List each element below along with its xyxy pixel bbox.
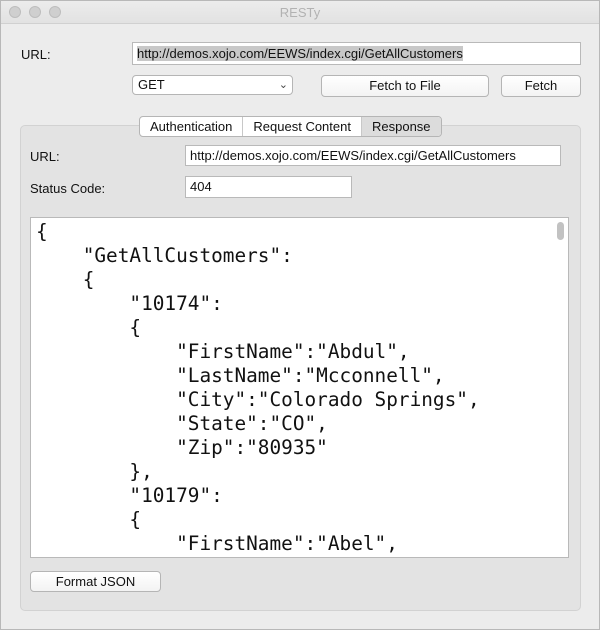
status-code-label: Status Code: [30,181,106,196]
fetch-button[interactable]: Fetch [501,75,581,97]
method-select-value: GET [138,77,165,92]
url-input-value: http://demos.xojo.com/EEWS/index.cgi/Get… [137,46,463,61]
tab-authentication[interactable]: Authentication [140,117,244,136]
url-input[interactable]: http://demos.xojo.com/EEWS/index.cgi/Get… [132,42,581,65]
vertical-scrollbar[interactable] [557,222,564,240]
response-body-textarea[interactable]: { "GetAllCustomers": { "10174": { "First… [30,217,569,558]
window-title: RESTy [279,5,321,20]
title-bar[interactable]: RESTy [1,1,599,24]
method-select[interactable]: GET ⌄ [132,75,293,95]
fetch-to-file-button[interactable]: Fetch to File [321,75,489,97]
status-code-field[interactable]: 404 [185,176,352,198]
tab-request-content[interactable]: Request Content [243,117,362,136]
tab-response[interactable]: Response [361,117,441,136]
response-url-label: URL: [30,149,60,164]
response-body-text: { "GetAllCustomers": { "10174": { "First… [36,220,480,555]
url-label: URL: [21,47,51,62]
tab-bar: Authentication Request Content Response [139,116,442,137]
resty-window: RESTy URL: http://demos.xojo.com/EEWS/in… [0,0,600,630]
response-url-field[interactable]: http://demos.xojo.com/EEWS/index.cgi/Get… [185,145,561,166]
chevron-down-icon: ⌄ [278,79,288,91]
format-json-button[interactable]: Format JSON [30,571,161,592]
